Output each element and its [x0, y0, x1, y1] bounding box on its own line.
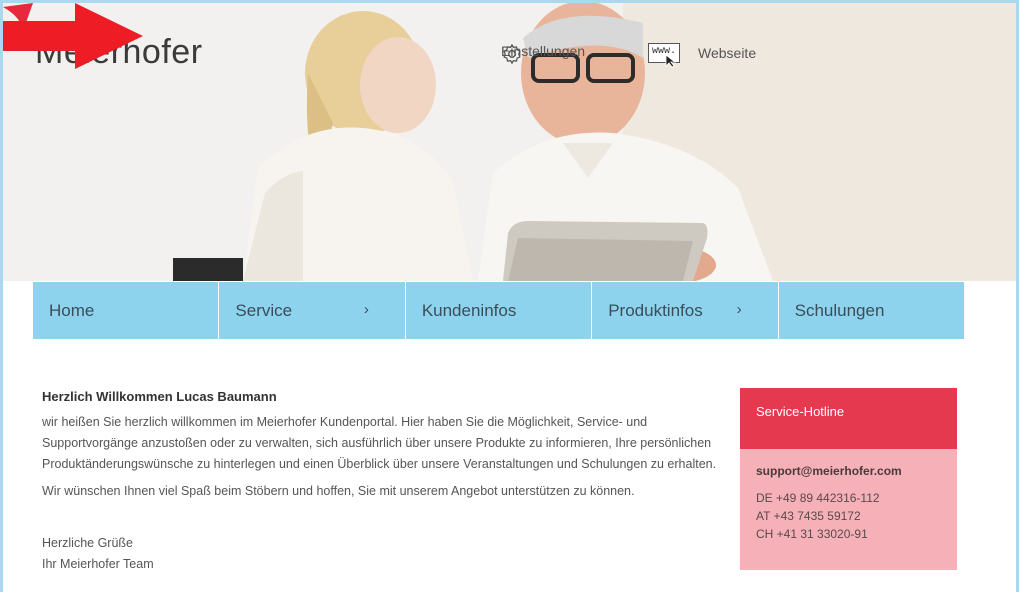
nav-item-schulungen[interactable]: Schulungen: [779, 282, 964, 339]
phone-at[interactable]: AT +43 7435 59172: [756, 507, 957, 525]
nav-item-label: Schulungen: [794, 300, 885, 320]
nav-item-label: Service: [235, 300, 293, 320]
service-hotline-box: Service-Hotline support@meierhofer.com D…: [740, 388, 957, 570]
nav-item-label: Home: [49, 300, 95, 320]
hotline-body: support@meierhofer.com DE +49 89 442316-…: [740, 449, 957, 570]
hero-banner: Meierhofer Einstellungen www. Webseite: [3, 3, 1019, 281]
phone-ch[interactable]: CH +41 31 33020-91: [756, 525, 957, 543]
main-navigation: Home Service › Kundeninfos Produktinfos …: [33, 282, 964, 339]
nav-item-home[interactable]: Home: [33, 282, 220, 339]
gear-icon: [503, 44, 521, 64]
phone-de[interactable]: DE +49 89 442316-112: [756, 489, 957, 507]
red-arrow-annotation: [3, 3, 143, 69]
nav-item-label: Produktinfos: [608, 300, 703, 320]
wish-paragraph: Wir wünschen Ihnen viel Spaß beim Stöber…: [42, 484, 635, 498]
welcome-heading: Herzlich Willkommen Lucas Baumann: [42, 389, 277, 404]
www-cursor-icon: www.: [648, 43, 680, 68]
chevron-right-icon: ›: [736, 301, 742, 318]
website-link[interactable]: www. Webseite: [648, 43, 757, 68]
hotline-title: Service-Hotline: [740, 388, 957, 449]
nav-item-service[interactable]: Service ›: [219, 282, 406, 339]
signature-line: Ihr Meierhofer Team: [42, 557, 154, 571]
settings-link[interactable]: Einstellungen: [501, 43, 585, 64]
greeting-line: Herzliche Grüße: [42, 536, 133, 550]
welcome-paragraph: wir heißen Sie herzlich willkommen im Me…: [42, 415, 717, 471]
chevron-right-icon: ›: [363, 301, 369, 318]
nav-item-kundeninfos[interactable]: Kundeninfos: [406, 282, 593, 339]
nav-item-label: Kundeninfos: [421, 300, 517, 320]
website-label: Webseite: [698, 45, 757, 61]
support-email-link[interactable]: support@meierhofer.com: [756, 464, 957, 478]
nav-item-produktinfos[interactable]: Produktinfos ›: [592, 282, 779, 339]
